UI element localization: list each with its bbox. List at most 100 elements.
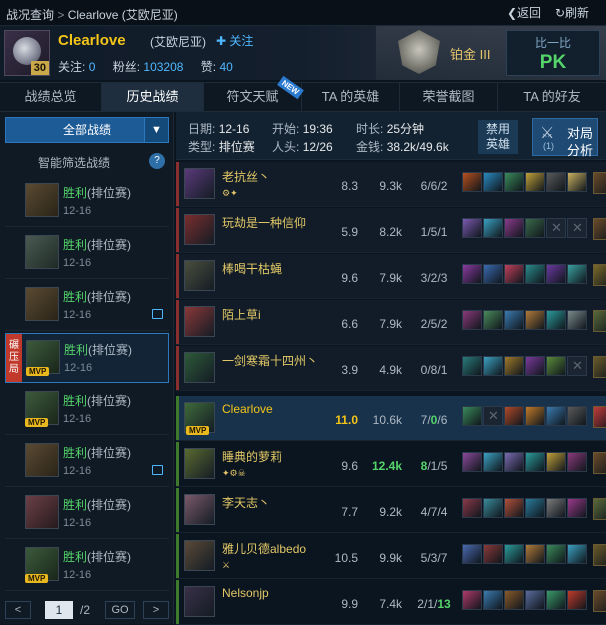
item-icon[interactable] bbox=[546, 544, 566, 564]
item-icon[interactable] bbox=[546, 590, 566, 610]
game-item[interactable]: 胜利(排位赛) 12-16 bbox=[5, 177, 169, 227]
item-icon[interactable] bbox=[462, 590, 482, 610]
trinket-icon[interactable] bbox=[593, 452, 606, 474]
item-icon[interactable] bbox=[567, 544, 587, 564]
item-icon[interactable] bbox=[504, 310, 524, 330]
item-icon[interactable] bbox=[483, 218, 503, 238]
player-row[interactable]: Nelsonjp 9.9 7.4k 2/1/13 bbox=[176, 580, 606, 625]
player-name[interactable]: Clearlove bbox=[222, 402, 273, 416]
help-icon[interactable]: ? bbox=[149, 153, 165, 169]
item-icon[interactable] bbox=[504, 590, 524, 610]
game-item[interactable]: MVP 胜利(排位赛) 12-16 bbox=[5, 541, 169, 591]
refresh-button[interactable]: ↻刷新 bbox=[555, 4, 589, 21]
item-icon[interactable] bbox=[546, 452, 566, 472]
item-icon[interactable] bbox=[483, 590, 503, 610]
item-icon[interactable] bbox=[462, 218, 482, 238]
item-icon[interactable] bbox=[567, 590, 587, 610]
avatar[interactable]: 30 bbox=[4, 30, 50, 76]
item-icon[interactable] bbox=[567, 452, 587, 472]
item-icon[interactable] bbox=[483, 310, 503, 330]
trinket-icon[interactable] bbox=[593, 498, 606, 520]
trinket-icon[interactable] bbox=[593, 356, 606, 378]
player-name[interactable]: 棒喝干枯蝇 bbox=[222, 260, 282, 277]
tab-friends[interactable]: TA 的好友 bbox=[498, 83, 606, 111]
item-icon[interactable] bbox=[483, 452, 503, 472]
item-icon[interactable] bbox=[567, 264, 587, 284]
player-name[interactable]: 玩劫是一种信仰 bbox=[222, 214, 306, 231]
item-icon[interactable] bbox=[462, 172, 482, 192]
ban-champions-button[interactable]: 禁用 英雄 bbox=[478, 120, 518, 154]
item-icon[interactable] bbox=[462, 310, 482, 330]
all-games-button[interactable]: 全部战绩 ▼ bbox=[5, 117, 169, 143]
breadcrumb-root[interactable]: 战况查询 bbox=[6, 8, 54, 22]
tab-overview[interactable]: 战绩总览 bbox=[0, 83, 102, 111]
next-page-button[interactable]: > bbox=[143, 601, 169, 619]
item-icon[interactable] bbox=[525, 498, 545, 518]
item-icon[interactable] bbox=[504, 172, 524, 192]
item-icon[interactable] bbox=[462, 498, 482, 518]
player-row[interactable]: 玩劫是一种信仰 5.9 8.2k 1/5/1 bbox=[176, 208, 606, 253]
item-icon[interactable] bbox=[525, 590, 545, 610]
tab-screenshots[interactable]: 荣誉截图 bbox=[400, 83, 498, 111]
champion-icon[interactable] bbox=[184, 168, 215, 199]
champion-icon[interactable] bbox=[184, 540, 215, 571]
trinket-icon[interactable] bbox=[593, 218, 606, 240]
game-item[interactable]: 胜利(排位赛) 12-16 bbox=[5, 229, 169, 279]
back-button[interactable]: ❮返回 bbox=[507, 4, 541, 21]
item-icon[interactable] bbox=[462, 452, 482, 472]
player-row[interactable]: 陌上草i 6.6 7.9k 2/5/2 bbox=[176, 300, 606, 345]
player-name[interactable]: 老抗丝丶 bbox=[222, 168, 270, 185]
player-row-self[interactable]: Clearlove MVP 11.0 10.6k 7/0/6 MVP bbox=[176, 396, 606, 441]
player-name[interactable]: 陌上草i bbox=[222, 306, 261, 323]
game-item[interactable]: 胜利(排位赛) 12-16 bbox=[5, 489, 169, 539]
item-icon[interactable] bbox=[546, 264, 566, 284]
game-item[interactable]: 胜利(排位赛) 12-16 bbox=[5, 437, 169, 487]
player-row[interactable]: 雅儿贝德albedo ⚔ 10.5 9.9k 5/3/7 bbox=[176, 534, 606, 579]
trinket-icon[interactable] bbox=[593, 590, 606, 612]
item-icon[interactable] bbox=[483, 356, 503, 376]
page-input[interactable]: 1 bbox=[45, 601, 73, 619]
champion-icon[interactable] bbox=[184, 214, 215, 245]
item-icon[interactable] bbox=[483, 498, 503, 518]
item-icon[interactable] bbox=[546, 406, 566, 426]
game-item[interactable]: 胜利(排位赛) 12-16 bbox=[5, 281, 169, 331]
item-icon[interactable] bbox=[504, 264, 524, 284]
player-name[interactable]: Nelsonjp bbox=[222, 586, 269, 600]
following-count[interactable]: 0 bbox=[89, 60, 96, 74]
champion-icon[interactable] bbox=[184, 306, 215, 337]
screenshot-icon[interactable] bbox=[152, 309, 163, 319]
player-row[interactable]: 李天志丶 7.7 9.2k 4/7/4 bbox=[176, 488, 606, 533]
player-name[interactable]: 一剑寒霜十四州丶 bbox=[222, 352, 318, 369]
item-icon[interactable] bbox=[504, 452, 524, 472]
item-icon[interactable] bbox=[546, 356, 566, 376]
item-icon[interactable] bbox=[525, 218, 545, 238]
likes-count[interactable]: 40 bbox=[219, 60, 232, 74]
item-icon[interactable] bbox=[567, 498, 587, 518]
item-icon[interactable] bbox=[483, 172, 503, 192]
item-icon[interactable] bbox=[567, 172, 587, 192]
item-icon[interactable] bbox=[525, 452, 545, 472]
pk-button[interactable]: 比一比 PK bbox=[506, 30, 600, 76]
item-icon[interactable] bbox=[525, 264, 545, 284]
item-icon[interactable] bbox=[525, 310, 545, 330]
fans-count[interactable]: 103208 bbox=[143, 60, 183, 74]
smart-filter-link[interactable]: 智能筛选战绩 bbox=[38, 154, 110, 171]
game-item[interactable]: MVP 胜利(排位赛) 12-16 bbox=[5, 385, 169, 435]
player-row[interactable]: 老抗丝丶 ⚙✦ 8.3 9.3k 6/6/2 bbox=[176, 162, 606, 207]
item-icon[interactable] bbox=[483, 544, 503, 564]
follow-button[interactable]: ✚ 关注 bbox=[216, 32, 253, 49]
prev-page-button[interactable]: < bbox=[5, 601, 31, 619]
item-icon[interactable] bbox=[546, 172, 566, 192]
go-button[interactable]: GO bbox=[105, 601, 135, 619]
item-icon[interactable] bbox=[462, 544, 482, 564]
player-name[interactable]: 李天志丶 bbox=[222, 494, 270, 511]
item-icon[interactable] bbox=[546, 310, 566, 330]
trinket-icon[interactable] bbox=[593, 406, 606, 428]
tab-history[interactable]: 历史战绩 bbox=[102, 83, 204, 111]
item-icon[interactable] bbox=[525, 406, 545, 426]
player-row[interactable]: 一剑寒霜十四州丶 3.9 4.9k 0/8/1 bbox=[176, 346, 606, 391]
item-icon[interactable] bbox=[525, 544, 545, 564]
item-icon[interactable] bbox=[567, 310, 587, 330]
item-icon[interactable] bbox=[504, 356, 524, 376]
trinket-icon[interactable] bbox=[593, 310, 606, 332]
